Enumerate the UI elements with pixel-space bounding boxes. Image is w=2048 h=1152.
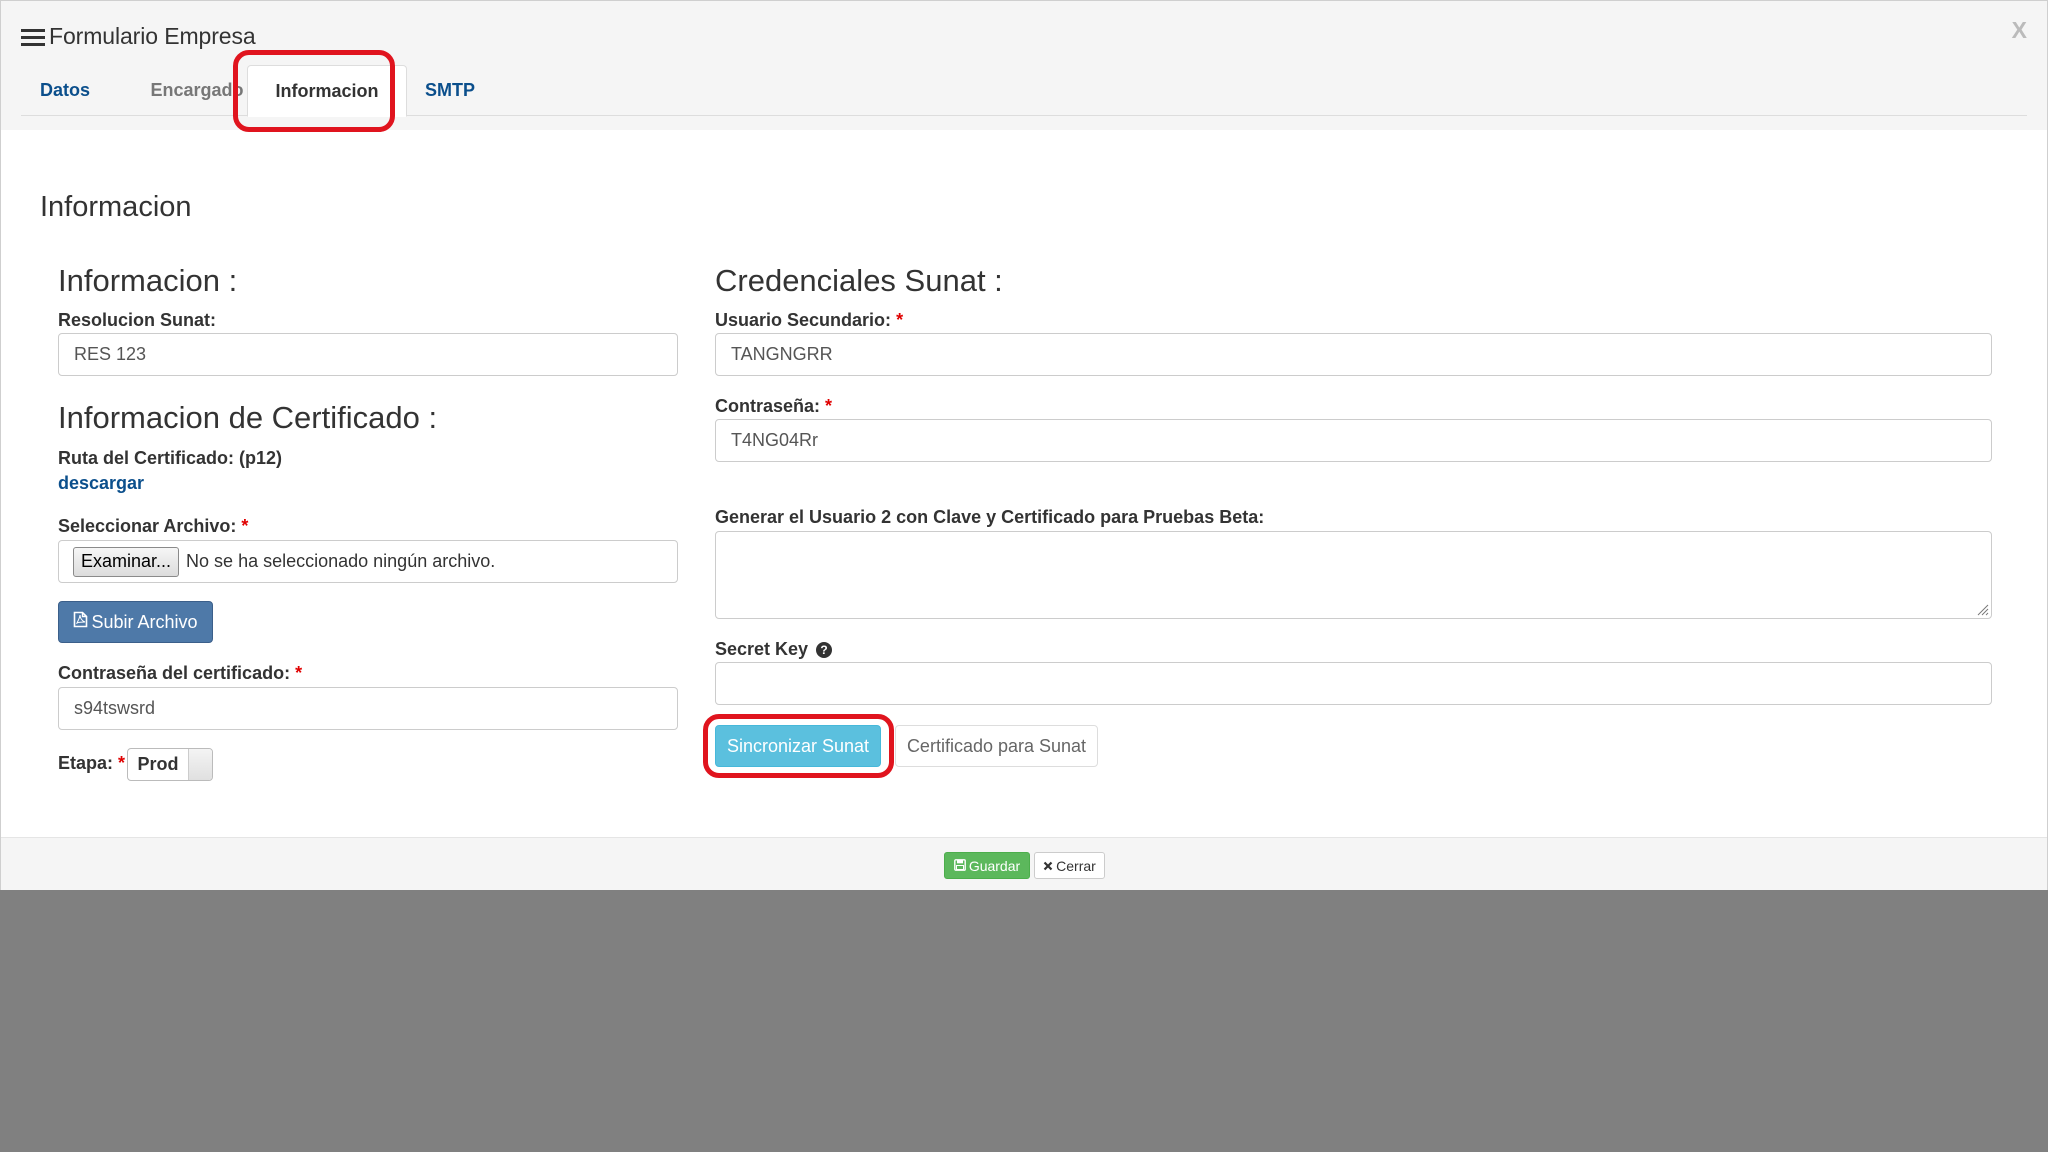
required-marker: *	[825, 396, 833, 416]
cert-password-input[interactable]: s94tswsrd	[58, 687, 678, 730]
etapa-toggle-knob[interactable]	[188, 749, 212, 780]
modal-formulario-empresa: Formulario Empresa X Datos Encargado Inf…	[0, 0, 2048, 890]
usuario-input[interactable]: TANGNGRR	[715, 333, 1992, 376]
save-icon	[953, 858, 966, 874]
required-marker: *	[241, 516, 249, 536]
secret-key-label-text: Secret Key	[715, 639, 809, 659]
file-input[interactable]: Examinar... No se ha seleccionado ningún…	[58, 540, 678, 583]
guardar-button[interactable]: Guardar	[944, 852, 1030, 879]
password-label-text: Contraseña:	[715, 396, 821, 416]
examinar-button[interactable]: Examinar...	[73, 546, 180, 577]
usuario-label: Usuario Secundario: *	[715, 310, 903, 331]
archivo-label: Seleccionar Archivo: *	[58, 516, 248, 537]
password-label: Contraseña: *	[715, 396, 832, 417]
guardar-label: Guardar	[968, 857, 1021, 874]
generar-label: Generar el Usuario 2 con Clave y Certifi…	[715, 507, 1265, 527]
certificado-sunat-button[interactable]: Certificado para Sunat	[895, 725, 1098, 767]
secret-key-input[interactable]	[715, 662, 1992, 705]
cerrar-button[interactable]: Cerrar	[1034, 852, 1105, 879]
menu-icon	[21, 28, 45, 47]
close-icon	[1043, 858, 1053, 874]
sincronizar-sunat-button[interactable]: Sincronizar Sunat	[715, 725, 881, 767]
cert-password-label-text: Contraseña del certificado:	[58, 663, 291, 683]
pdf-file-icon	[73, 611, 88, 633]
etapa-toggle[interactable]: Prod	[127, 748, 213, 781]
secret-key-label: Secret Key ?	[715, 639, 833, 660]
etapa-toggle-label: Prod	[137, 754, 179, 774]
descargar-link[interactable]: descargar	[58, 473, 144, 494]
cert-password-label: Contraseña del certificado: *	[58, 663, 302, 684]
tab-informacion[interactable]: Informacion	[247, 65, 407, 117]
required-marker: *	[896, 310, 904, 330]
archivo-label-text: Seleccionar Archivo:	[58, 516, 237, 536]
etapa-label-text: Etapa:	[58, 753, 114, 773]
password-input[interactable]: T4NG04Rr	[715, 419, 1992, 462]
cred-subtitle: Credenciales Sunat :	[715, 263, 1003, 298]
cerrar-label: Cerrar	[1056, 857, 1096, 874]
generar-textarea[interactable]	[715, 531, 1992, 619]
section-title: Informacion	[40, 191, 192, 223]
usuario-label-text: Usuario Secundario:	[715, 310, 892, 330]
ruta-label: Ruta del Certificado: (p12)	[58, 448, 283, 468]
close-icon[interactable]: X	[2012, 17, 2027, 44]
required-marker: *	[118, 753, 126, 773]
info-subtitle: Informacion :	[58, 263, 238, 298]
modal-title-wrap: Formulario Empresa	[21, 23, 256, 50]
etapa-label: Etapa: *	[58, 753, 125, 774]
resize-grip-icon[interactable]	[1975, 602, 1989, 616]
tab-bar: Datos Encargado Informacion SMTP	[21, 65, 2027, 117]
subir-archivo-label: Subir Archivo	[91, 611, 198, 632]
cert-subtitle: Informacion de Certificado :	[58, 400, 438, 435]
modal-title: Formulario Empresa	[49, 23, 256, 49]
modal-footer: Guardar Cerrar	[1, 837, 2047, 890]
subir-archivo-button[interactable]: Subir Archivo	[58, 601, 213, 643]
question-circle-icon[interactable]: ?	[816, 642, 833, 659]
resolucion-label: Resolucion Sunat:	[58, 310, 217, 330]
resolucion-input[interactable]: RES 123	[58, 333, 678, 376]
tab-smtp[interactable]: SMTP	[407, 65, 493, 115]
required-marker: *	[295, 663, 303, 683]
modal-header: Formulario Empresa X Datos Encargado Inf…	[1, 1, 2047, 130]
file-status: No se ha seleccionado ningún archivo.	[186, 551, 496, 571]
tab-datos[interactable]: Datos	[21, 65, 109, 115]
